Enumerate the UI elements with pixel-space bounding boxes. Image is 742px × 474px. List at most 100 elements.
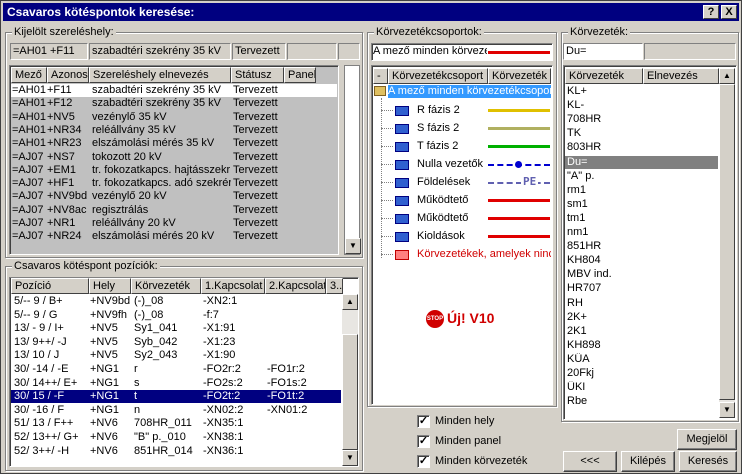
position-cell: -FO1r:2	[267, 363, 305, 375]
location-row[interactable]: =AJ07 +EM1 tr. fokozatkapcs. hajtásszekr Te…	[11, 164, 337, 177]
position-row[interactable]: 5/-- 9 / B+ +NV9bd (-)_08 -XN2:1	[11, 295, 341, 308]
position-col-header[interactable]: Hely	[89, 278, 131, 294]
tree-col-group[interactable]: Körvezetékcsoport	[388, 68, 488, 84]
circuit-list-item[interactable]: MBV ind.	[565, 268, 718, 281]
position-col-header[interactable]: 3...	[326, 278, 343, 294]
position-row[interactable]: 51/ 13 / F++ +NV6 708HR_011 -XN35:1	[11, 417, 341, 430]
tree-item-label[interactable]: Körvezetékek, amelyek ninc	[417, 248, 551, 261]
location-row[interactable]: =AJ07 +HF1 tr. fokozatkapcs. adó szekrér Te…	[11, 177, 337, 190]
position-row[interactable]: 30/ -14 / -E +NG1 r -FO2r:2 -FO1r:2	[11, 363, 341, 376]
all-circuits-checkbox[interactable]: ✓	[417, 455, 430, 468]
position-row[interactable]: 30/ 15 / -F +NG1 t -FO2t:2 -FO1t:2	[11, 390, 341, 404]
tree-item-label[interactable]: Nulla vezetők	[417, 158, 487, 171]
position-col-header[interactable]: Pozíció	[11, 278, 89, 294]
position-row[interactable]: 30/ 14++/ E+ +NG1 s -FO2s:2 -FO1s:2	[11, 377, 341, 390]
tree-branch	[381, 236, 393, 237]
positions-vscroll[interactable]: ▲ ▼	[342, 294, 358, 466]
circuit-list-item[interactable]: KL-	[565, 99, 718, 112]
location-row[interactable]: =AH01 +F12 szabadtéri szekrény 35 kV Tervez…	[11, 97, 337, 110]
position-col-header[interactable]: Körvezeték	[131, 278, 201, 294]
location-row[interactable]: =AH01 +NR23 elszámolási mérés 35 kV Terveze…	[11, 137, 337, 150]
circuit-list-item[interactable]: KH898	[565, 339, 718, 352]
circuit-list-item[interactable]: RH	[565, 297, 718, 310]
all-panels-checkbox[interactable]: ✓	[417, 435, 430, 448]
close-button[interactable]: X	[721, 5, 737, 19]
location-row[interactable]: =AJ07 +NS7 tokozott 20 kV Tervezett	[11, 151, 337, 164]
position-row[interactable]: 52/ 13++/ G+ +NV6 "B" p._010 -XN38:1	[11, 431, 341, 444]
circuit-field-1[interactable]: Du=	[563, 43, 643, 60]
help-button[interactable]: ?	[703, 5, 719, 19]
circuit-list-item[interactable]: Rbe	[565, 395, 718, 408]
circuit-list-item[interactable]: rm1	[565, 184, 718, 197]
tree-item-label[interactable]: S fázis 2	[417, 122, 487, 135]
position-row[interactable]: 13/ - 9 / I+ +NV5 Sy1_041 -X1:91	[11, 322, 341, 335]
position-row[interactable]: 5/-- 9 / G +NV9fh (-)_08 -f:7	[11, 309, 341, 322]
circuit-list-item[interactable]: sm1	[565, 198, 718, 211]
location-row[interactable]: =AJ07 +NV8ac regisztrálás Tervezett	[11, 204, 337, 217]
position-cell: -FO1t:2	[267, 390, 305, 403]
circuit-list-item[interactable]: HR707	[565, 282, 718, 295]
tree-item-label[interactable]: R fázis 2	[417, 104, 487, 117]
tree-col-circuit[interactable]: Körvezeték	[488, 68, 551, 84]
circuit-list-item[interactable]: KH804	[565, 254, 718, 267]
position-col-header[interactable]: 2.Kapcsolat	[265, 278, 326, 294]
all-places-checkbox[interactable]: ✓	[417, 415, 430, 428]
position-row[interactable]: 13/ 10 / J +NV5 Sy2_043 -X1:90	[11, 349, 341, 362]
scroll-down-icon[interactable]: ▼	[345, 238, 361, 254]
location-col-header[interactable]: Panel	[284, 67, 316, 83]
circuit-list-item[interactable]: "A" p.	[565, 170, 718, 183]
circuit-list-item[interactable]: KL+	[565, 85, 718, 98]
position-col-header[interactable]: 1.Kapcsolat	[201, 278, 265, 294]
search-button[interactable]: Keresés	[679, 451, 737, 472]
location-cell: tokozott 20 kV	[92, 150, 162, 163]
circuit-list-item[interactable]: Du=	[565, 155, 718, 169]
location-row[interactable]: =AJ07 +NR24 elszámolási mérés 20 kV Terveze…	[11, 230, 337, 243]
position-row[interactable]: 30/ -16 / F +NG1 n -XN02:2 -XN01:2	[11, 404, 341, 417]
location-col-header[interactable]: Státusz	[231, 67, 284, 83]
location-vscroll[interactable]: ▼	[344, 65, 361, 255]
location-row[interactable]: =AH01 +F11 szabadtéri szekrény 35 kV Tervez…	[11, 84, 337, 97]
tree-item-label[interactable]: Működtető	[417, 194, 487, 207]
tree-item-label[interactable]: Kioldások	[417, 230, 487, 243]
scroll-down-icon[interactable]: ▼	[719, 402, 735, 418]
circuit-col-desc[interactable]: Elnevezés	[643, 68, 719, 84]
circuit-list-item[interactable]: ÜKI	[565, 381, 718, 394]
circuit-vscroll[interactable]: ▲ ▼	[719, 68, 735, 418]
position-cell: -f:7	[203, 308, 219, 321]
position-row[interactable]: 52/ 3++/ -H +NV6 851HR_014 -XN36:1	[11, 445, 341, 458]
tree-item-label[interactable]: Működtető	[417, 212, 487, 225]
scroll-up-icon[interactable]: ▲	[719, 68, 735, 84]
circuit-list-item[interactable]: tm1	[565, 212, 718, 225]
circuit-col-name[interactable]: Körvezeték	[565, 68, 643, 84]
location-row[interactable]: =AH01 +NV5 vezénylő 35 kV Tervezett	[11, 111, 337, 124]
mark-button[interactable]: Megjelöl	[677, 429, 737, 450]
circuit-list-item[interactable]: 2K1	[565, 325, 718, 338]
circuit-list-item[interactable]: 20Fkj	[565, 367, 718, 380]
tree-item-label[interactable]: Földelések	[417, 176, 487, 189]
location-cell: tr. fokozatkapcs. adó szekrér	[92, 177, 231, 190]
location-row[interactable]: =AJ07 +NV9bd vezénylő 20 kV Tervezett	[11, 190, 337, 203]
location-row[interactable]: =AJ07 +NR1 reléállvány 20 kV Tervezett	[11, 217, 337, 230]
scroll-down-icon[interactable]: ▼	[342, 450, 358, 466]
location-row[interactable]: =AH01 +NR34 reléállvány 35 kV Tervezett	[11, 124, 337, 137]
circuit-list-item[interactable]: TK	[565, 127, 718, 140]
exit-button[interactable]: Kilépés	[621, 451, 675, 472]
scroll-up-icon[interactable]: ▲	[342, 294, 358, 310]
circuit-list-item[interactable]: nm1	[565, 226, 718, 239]
location-col-header[interactable]: Szereléshely elnevezés	[89, 67, 231, 83]
circuit-list-item[interactable]: 851HR	[565, 240, 718, 253]
back-button[interactable]: <<<	[563, 451, 617, 472]
position-cell: +NV5	[90, 322, 118, 335]
circuit-list-item[interactable]: 2K+	[565, 311, 718, 324]
positions-scroll-thumb[interactable]	[342, 334, 358, 450]
circuit-list-item[interactable]: KÜA	[565, 353, 718, 366]
tree-col-dash[interactable]: -	[373, 68, 388, 84]
location-col-header[interactable]: Mező	[11, 67, 47, 83]
location-col-header[interactable]: Azonosító	[47, 67, 89, 83]
position-row[interactable]: 13/ 9++/ -J +NV5 Syb_042 -X1:23	[11, 336, 341, 349]
tree-item-label[interactable]: T fázis 2	[417, 140, 487, 153]
tree-root-item[interactable]: A mező minden körvezetékcsoport	[388, 85, 551, 98]
circuit-list-item[interactable]: 708HR	[565, 113, 718, 126]
circuit-scroll-thumb[interactable]	[719, 84, 735, 400]
circuit-list-item[interactable]: 803HR	[565, 141, 718, 154]
